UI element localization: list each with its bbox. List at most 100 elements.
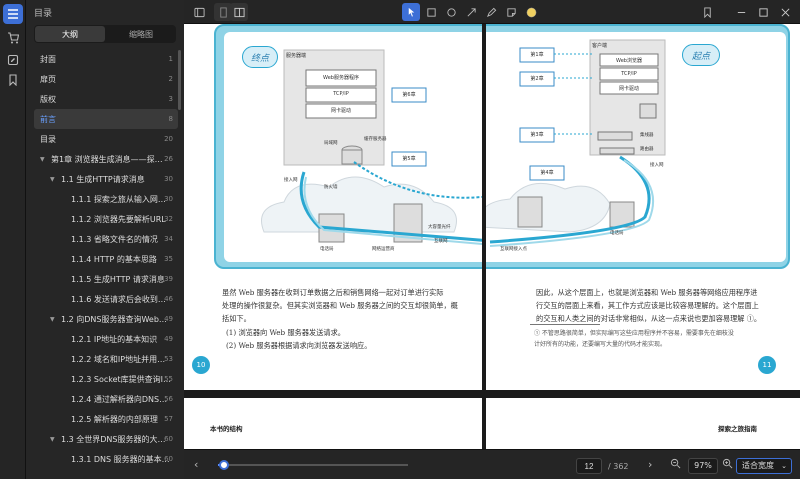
toc-item[interactable]: 扉页 2 xyxy=(34,69,178,89)
cart-icon[interactable] xyxy=(3,28,23,48)
note-icon[interactable] xyxy=(3,50,23,70)
bookmark-icon[interactable] xyxy=(3,70,23,90)
badge-end: 终点 xyxy=(242,46,278,68)
toc-item[interactable]: 1.3.1 DNS 服务器的基本… 60 xyxy=(34,449,178,469)
close-icon[interactable] xyxy=(776,3,794,21)
badge-start: 起点 xyxy=(682,44,720,66)
top-toolbar xyxy=(184,0,800,24)
toc-item[interactable]: 1.2.5 解析器的内部原理 57 xyxy=(34,409,178,429)
toc-item-label: 1.1 生成HTTP请求消息 xyxy=(61,174,145,184)
toc-item-page: 55 xyxy=(164,375,173,383)
toc-item-page: 30 xyxy=(164,175,173,183)
toc-item-label: 1.2.3 Socket库提供查询I… xyxy=(71,374,172,384)
network-diagram-right: 起点 客户端 Web浏览器 TCP/IP 网卡驱动 第1章 第2章 第3章 第4… xyxy=(486,24,790,269)
toc-item[interactable]: ▼ 1.2 向DNS服务器查询Web… 49 xyxy=(34,309,178,329)
toc-item[interactable]: 1.2.2 域名和IP地址并用… 53 xyxy=(34,349,178,369)
chapter-6-label: 第6章 xyxy=(402,92,416,98)
label-access-net: 接入网 xyxy=(284,178,298,183)
color-picker-icon[interactable] xyxy=(522,3,540,21)
toc-item-label: 1.2.4 通过解析器向DNS… xyxy=(71,394,168,404)
toc-item-page: 2 xyxy=(168,75,173,83)
ellipse-tool-icon[interactable] xyxy=(442,3,460,21)
outline-icon[interactable] xyxy=(3,4,23,24)
toc-item[interactable]: 前言 8 xyxy=(34,109,178,129)
toc-item-label: 1.1.6 发送请求后会收到… xyxy=(71,294,166,304)
zoom-level[interactable]: 97% xyxy=(688,458,718,474)
select-cursor-icon[interactable] xyxy=(402,3,420,21)
page-right[interactable]: 起点 客户端 Web浏览器 TCP/IP 网卡驱动 第1章 第2章 第3章 第4… xyxy=(486,24,800,390)
tab-thumbnails[interactable]: 缩略图 xyxy=(106,25,176,43)
toc-item-page: 32 xyxy=(164,215,173,223)
label-cache-server: 缓存服务器 xyxy=(364,137,387,142)
zoom-in-icon[interactable] xyxy=(722,458,733,472)
toc-item[interactable]: 1.1.6 发送请求后会收到… 46 xyxy=(34,289,178,309)
pen-tool-icon[interactable] xyxy=(482,3,500,21)
toc-item-page: 53 xyxy=(164,355,173,363)
expand-toggle-icon[interactable]: ▼ xyxy=(50,176,57,183)
note-tool-icon[interactable] xyxy=(502,3,520,21)
label-access-net-right: 接入网 xyxy=(650,163,664,168)
prev-page-icon[interactable]: ‹ xyxy=(194,458,198,471)
right-para-line: 行交互的层面上来看，其工作方式应该是比较容易理解的。这个层面上 xyxy=(536,301,759,310)
toc-item-page: 30 xyxy=(164,195,173,203)
fit-mode-select[interactable]: 适合宽度 ⌄ xyxy=(736,458,792,474)
left-list: (1) 浏览器向 Web 服务器发送请求。 (2) Web 服务器根据请求向浏览… xyxy=(226,326,476,352)
page-number-input[interactable] xyxy=(576,458,602,474)
next-page-left[interactable]: 本书的结构 xyxy=(184,398,482,449)
label-router: 路由器 xyxy=(640,147,654,152)
next-page-right[interactable]: 探索之旅指南 xyxy=(486,398,800,449)
stack-layer-3: 网卡驱动 xyxy=(330,108,351,114)
outline-scrollbar[interactable] xyxy=(178,50,181,110)
toc-item[interactable]: 1.2.4 通过解析器向DNS… 56 xyxy=(34,389,178,409)
chevron-down-icon: ⌄ xyxy=(781,462,787,470)
toc-item-page: 39 xyxy=(164,275,173,283)
next-page-icon[interactable]: › xyxy=(648,458,652,471)
toc-item[interactable]: 版权 3 xyxy=(34,89,178,109)
label-firewall: 防火墙 xyxy=(324,185,338,190)
toc-item-label: 1.2.2 域名和IP地址并用… xyxy=(71,354,166,364)
toc-item[interactable]: 1.1.4 HTTP 的基本思路 35 xyxy=(34,249,178,269)
footnote-line: ① 不管思路很简单，但实际编写这些应用程序并不容易，需要事先在细枝没 xyxy=(534,330,734,337)
toc-item-page: 1 xyxy=(168,55,173,63)
network-diagram-left: 终点 服务器端 Web服务器程序 TCP/IP 网卡驱动 第6章 第5章 局域网… xyxy=(214,24,482,269)
chapter-3-label: 第3章 xyxy=(530,132,544,138)
toc-item[interactable]: 目录 20 xyxy=(34,129,178,149)
diagram-right-art xyxy=(486,39,666,247)
double-page-icon[interactable] xyxy=(230,3,248,21)
toc-item-page: 60 xyxy=(164,435,173,443)
chapter-1-label: 第1章 xyxy=(530,52,544,58)
panel-title: 目录 xyxy=(34,9,53,19)
toc-item[interactable]: ▼ 1.3 全世界DNS服务器的大… 60 xyxy=(34,429,178,449)
toc-item-label: 1.1.3 省略文件名的情况 xyxy=(71,234,158,244)
chapter-4-label: 第4章 xyxy=(540,170,554,176)
toc-item-page: 34 xyxy=(164,235,173,243)
maximize-icon[interactable] xyxy=(754,3,772,21)
toggle-sidebar-icon[interactable] xyxy=(190,3,208,21)
page-left[interactable]: 终点 服务器端 Web服务器程序 TCP/IP 网卡驱动 第6章 第5章 局域网… xyxy=(184,24,482,390)
toc-item[interactable]: 1.1.1 探索之旅从输入网… 30 xyxy=(34,189,178,209)
toc-item[interactable]: 1.1.5 生成HTTP 请求消息 39 xyxy=(34,269,178,289)
zoom-out-icon[interactable] xyxy=(670,458,681,472)
expand-toggle-icon[interactable]: ▼ xyxy=(50,436,57,443)
minimize-icon[interactable] xyxy=(732,3,750,21)
pdf-reader-app: 目录 大纲 缩略图 封面 1 扉页 2 版权 3 前言 8 目录 20 ▼ 第1章 浏览器生成消息——… xyxy=(0,0,800,479)
label-phone-office-right: 电话局 xyxy=(610,231,624,236)
toc-item[interactable]: ▼ 1.1 生成HTTP请求消息 30 xyxy=(34,169,178,189)
toc-item[interactable]: 封面 1 xyxy=(34,49,178,69)
slider-knob[interactable] xyxy=(218,460,229,470)
toc-item[interactable]: 1.1.2 浏览器先要解析URL 32 xyxy=(34,209,178,229)
arrow-tool-icon[interactable] xyxy=(462,3,480,21)
toc-list: 封面 1 扉页 2 版权 3 前言 8 目录 20 ▼ 第1章 浏览器生成消息——探… 26 ▼ 1.1 生… xyxy=(34,49,178,469)
chapter-5-label: 第5章 xyxy=(402,156,416,162)
toc-item[interactable]: ▼ 第1章 浏览器生成消息——探… 26 xyxy=(34,149,178,169)
toc-item[interactable]: 1.1.3 省略文件名的情况 34 xyxy=(34,229,178,249)
expand-toggle-icon[interactable]: ▼ xyxy=(40,156,47,163)
tab-outline[interactable]: 大纲 xyxy=(35,26,105,42)
page-slider[interactable] xyxy=(218,460,408,470)
expand-toggle-icon[interactable]: ▼ xyxy=(50,316,57,323)
rectangle-tool-icon[interactable] xyxy=(422,3,440,21)
bookmark-page-icon[interactable] xyxy=(698,3,716,21)
toc-item[interactable]: 1.2.1 IP地址的基本知识 49 xyxy=(34,329,178,349)
toc-item[interactable]: 1.2.3 Socket库提供查询I… 55 xyxy=(34,369,178,389)
right-para-line: 因此，从这个层面上，也就是浏览器和 Web 服务器等网络应用程序进 xyxy=(536,288,758,297)
